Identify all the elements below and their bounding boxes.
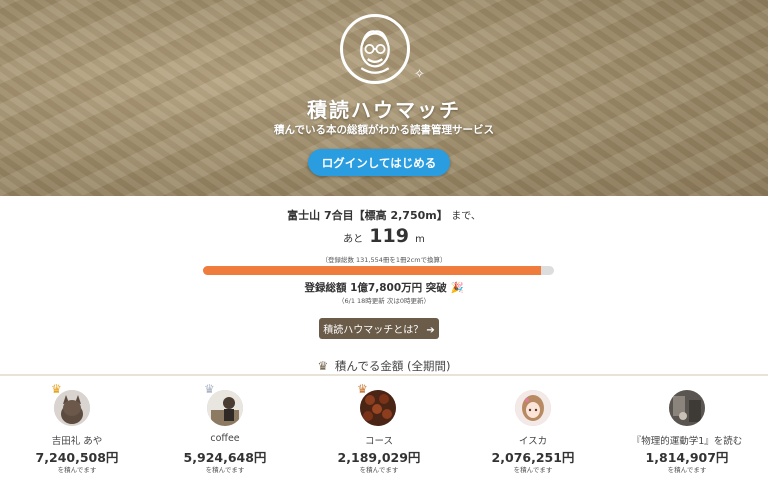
about-button[interactable]: 積読ハウマッチとは？ ➔ xyxy=(319,318,439,339)
amount-suffix: を積んでます xyxy=(667,466,707,474)
ranking-heading-text: 積んでる金額 (全期間) xyxy=(334,359,451,373)
total-amount: 登録総額 1億7,800万円 突破 🎉 xyxy=(0,280,768,295)
ranking-heading: ♛ 積んでる金額 (全期間) xyxy=(0,358,768,374)
user-name[interactable]: 『物理的運動学1』を読む xyxy=(610,433,764,447)
progress-bar xyxy=(203,266,554,275)
user-name[interactable]: 吉田礼 あや xyxy=(0,433,154,447)
avatar[interactable] xyxy=(207,390,243,426)
avatar[interactable] xyxy=(54,390,90,426)
user-name[interactable]: コース xyxy=(302,433,456,447)
conversion-note: （登録総数 131,554冊を1冊2cmで換算） xyxy=(321,256,447,264)
cat-avatar-icon xyxy=(54,390,90,426)
total-amount-text: 登録総額 1億7,800万円 突破 xyxy=(304,282,447,294)
old-man-face-icon xyxy=(360,30,390,74)
app-title: 積読ハウマッチ xyxy=(307,98,461,122)
ranking-list: ♛ 吉田礼 あや 7,240,508円 を積んでます ♛ coffee 5,92 xyxy=(0,378,768,483)
app-tagline: 積んでいる本の総額がわかる読書管理サービス xyxy=(274,124,494,136)
amount-suffix: を積んでます xyxy=(57,466,97,474)
user-name[interactable]: イスカ xyxy=(456,433,610,447)
remaining-unit: m xyxy=(415,234,425,245)
room-photo-avatar-icon xyxy=(669,390,705,426)
amount-suffix: を積んでます xyxy=(513,466,553,474)
hero-banner: ✧ 積読ハウマッチ 積んでいる本の総額がわかる読書管理サービス ログインしてはじ… xyxy=(0,0,768,196)
party-popper-icon: 🎉 xyxy=(450,282,464,294)
sparkle-icon: ✧ xyxy=(414,67,425,82)
coffee-avatar-icon xyxy=(207,390,243,426)
avatar[interactable] xyxy=(360,390,396,426)
progress-bar-fill xyxy=(203,266,541,275)
about-button-label: 積読ハウマッチとは？ xyxy=(323,325,424,336)
coffee-beans-avatar-icon xyxy=(360,390,396,426)
milestone-suffix: まで、 xyxy=(451,211,481,222)
milestone-text: 富士山 7合目【標高 2,750m】 まで、 xyxy=(0,207,768,223)
remaining-value: 119 xyxy=(369,225,409,247)
arrow-right-icon: ➔ xyxy=(426,325,435,336)
login-button[interactable]: ログインしてはじめる xyxy=(308,149,450,176)
ranking-divider xyxy=(0,374,768,376)
crown-icon: ♛ xyxy=(317,359,329,373)
amount-suffix: を積んでます xyxy=(359,466,399,474)
avatar[interactable] xyxy=(515,390,551,426)
user-name[interactable]: coffee xyxy=(148,433,302,444)
remaining-prefix: あと xyxy=(343,234,364,245)
avatar[interactable] xyxy=(669,390,705,426)
app-logo xyxy=(340,14,410,84)
remaining-distance: あと 119 m xyxy=(0,225,768,247)
milestone-name: 富士山 7合目【標高 2,750m】 xyxy=(287,209,448,222)
amount-suffix: を積んでます xyxy=(205,466,245,474)
anime-girl-avatar-icon xyxy=(515,390,551,426)
update-note: （6/1 18時更新 次は0時更新） xyxy=(338,297,430,305)
